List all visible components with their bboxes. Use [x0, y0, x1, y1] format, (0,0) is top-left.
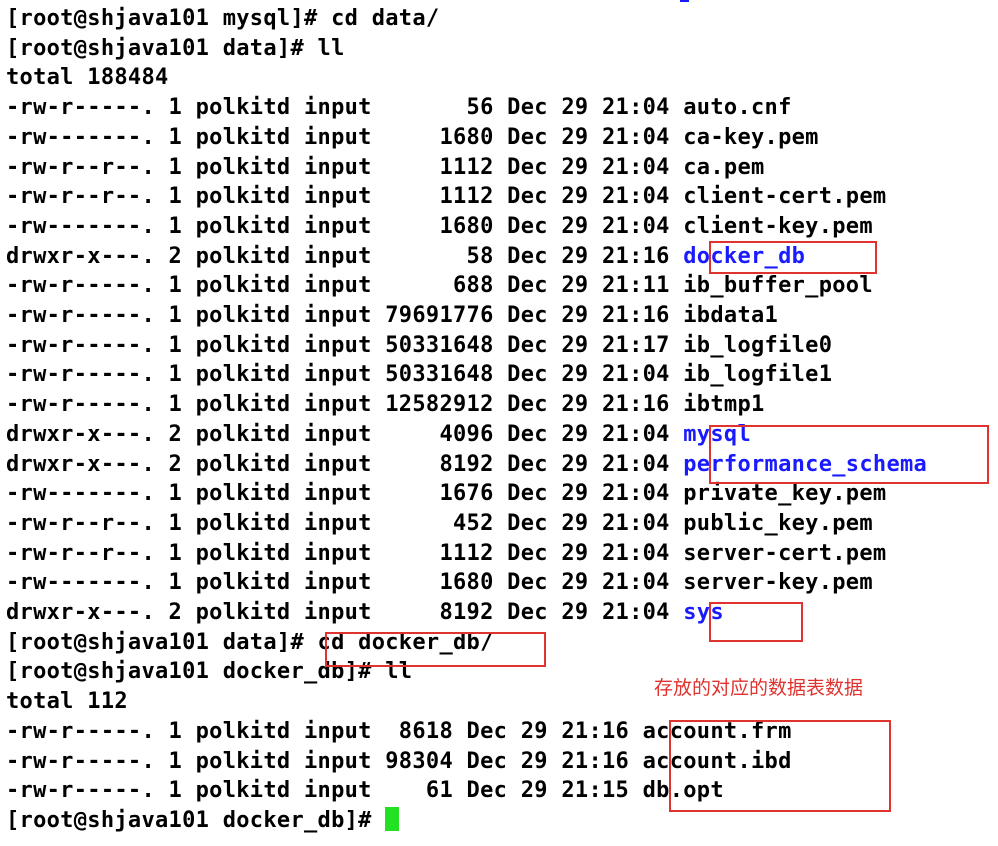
line-text: -rw-r--r--. 1 polkitd input 452 Dec 29 2…: [6, 510, 684, 536]
file-name: ib_logfile1: [683, 362, 833, 388]
terminal-window[interactable]: [root@shjava101 mysql]# cd data/ [root@sh…: [0, 0, 998, 846]
line-text: -rw-r-----. 1 polkitd input 8618 Dec 29 …: [6, 718, 643, 744]
cursor: [385, 806, 400, 831]
highlight-cd-command: [325, 632, 546, 667]
file-entry: drwxr-x---. 2 polkitd input 4096 Dec 29 …: [6, 421, 751, 449]
line-text: -rw-r-----. 1 polkitd input 688 Dec 29 2…: [6, 273, 684, 299]
file-entry: -rw-------. 1 polkitd input 1680 Dec 29 …: [6, 213, 873, 241]
file-name: public_key.pem: [683, 510, 873, 536]
file-entry: -rw-r-----. 1 polkitd input 56 Dec 29 21…: [6, 94, 792, 122]
file-entry: -rw-------. 1 polkitd input 1680 Dec 29 …: [6, 569, 873, 597]
line-text: -rw-r-----. 1 polkitd input 61 Dec 29 21…: [6, 778, 643, 804]
line-text: drwxr-x---. 2 polkitd input 58 Dec 29 21…: [6, 243, 684, 269]
file-entry: -rw-------. 1 polkitd input 1680 Dec 29 …: [6, 124, 819, 152]
file-entry: -rw-r-----. 1 polkitd input 688 Dec 29 2…: [6, 272, 873, 300]
file-name: ca.pem: [683, 154, 765, 180]
terminal-line: [root@shjava101 mysql]# cd data/: [6, 5, 439, 33]
terminal-line: total 188484: [6, 64, 169, 92]
file-entry: -rw-r--r--. 1 polkitd input 1112 Dec 29 …: [6, 183, 886, 211]
file-entry: drwxr-x---. 2 polkitd input 58 Dec 29 21…: [6, 243, 805, 271]
terminal-line: [root@shjava101 data]# ll: [6, 35, 345, 63]
file-entry: -rw-r-----. 1 polkitd input 79691776 Dec…: [6, 302, 778, 330]
prompt-line: [root@shjava101 docker_db]#: [6, 806, 400, 835]
file-entry: -rw-r--r--. 1 polkitd input 1112 Dec 29 …: [6, 540, 886, 568]
file-name: server-cert.pem: [683, 540, 887, 566]
line-text: total 112: [6, 689, 128, 715]
line-text: total 188484: [6, 65, 169, 91]
file-name: client-cert.pem: [683, 184, 887, 210]
line-text: -rw-r-----. 1 polkitd input 56 Dec 29 21…: [6, 95, 684, 121]
line-text: drwxr-x---. 2 polkitd input 4096 Dec 29 …: [6, 421, 684, 447]
file-entry: -rw-r-----. 1 polkitd input 50331648 Dec…: [6, 361, 832, 389]
file-entry: -rw-r--r--. 1 polkitd input 1112 Dec 29 …: [6, 154, 765, 182]
line-text: -rw-r-----. 1 polkitd input 50331648 Dec…: [6, 332, 684, 358]
file-name: ibdata1: [683, 303, 779, 328]
file-entry: -rw-r--r--. 1 polkitd input 452 Dec 29 2…: [6, 510, 873, 538]
file-entry: drwxr-x---. 2 polkitd input 8192 Dec 29 …: [6, 599, 724, 627]
file-name: server-key.pem: [683, 570, 873, 596]
line-text: -rw-------. 1 polkitd input 1680 Dec 29 …: [6, 213, 684, 239]
file-entry: -rw-r-----. 1 polkitd input 50331648 Dec…: [6, 332, 832, 360]
annotation-note: 存放的对应的数据表数据: [654, 677, 864, 699]
line-text: -rw-r--r--. 1 polkitd input 1112 Dec 29 …: [6, 540, 684, 566]
file-name: ca-key.pem: [683, 124, 819, 150]
line-text: -rw-r-----. 1 polkitd input 50331648 Dec…: [6, 362, 684, 388]
line-text: [root@shjava101 data]# ll: [6, 35, 345, 61]
file-entry: -rw-r-----. 1 polkitd input 12582912 Dec…: [6, 391, 765, 419]
line-text: -rw-r--r--. 1 polkitd input 1112 Dec 29 …: [6, 184, 684, 210]
terminal-line: total 112: [6, 688, 128, 716]
file-entry: -rw-------. 1 polkitd input 1676 Dec 29 …: [6, 480, 886, 508]
line-text: -rw-------. 1 polkitd input 1680 Dec 29 …: [6, 124, 684, 150]
file-name: private_key.pem: [683, 481, 887, 507]
file-name: client-key.pem: [683, 213, 873, 239]
highlight-table-files: [669, 720, 891, 812]
highlight-docker-db: [709, 241, 877, 274]
top-blue-mark: [680, 0, 689, 2]
line-text: [root@shjava101 docker_db]#: [6, 807, 386, 833]
line-text: drwxr-x---. 2 polkitd input 8192 Dec 29 …: [6, 600, 684, 625]
line-text: [root@shjava101 mysql]# cd data/: [6, 6, 440, 31]
line-text: -rw-r-----. 1 polkitd input 79691776 Dec…: [6, 303, 684, 328]
line-text: drwxr-x---. 2 polkitd input 8192 Dec 29 …: [6, 451, 684, 477]
highlight-sys: [709, 602, 803, 642]
highlight-mysql-performance-schema: [709, 425, 989, 484]
file-name: ibtmp1: [683, 392, 765, 418]
file-name: auto.cnf: [683, 95, 792, 121]
line-text: -rw-r-----. 1 polkitd input 12582912 Dec…: [6, 392, 684, 418]
file-name: ib_logfile0: [683, 332, 833, 358]
file-entry: -rw-r-----. 1 polkitd input 61 Dec 29 21…: [6, 777, 724, 805]
file-name: ib_buffer_pool: [683, 273, 873, 299]
line-text: -rw-r-----. 1 polkitd input 98304 Dec 29…: [6, 748, 643, 774]
line-text: -rw-------. 1 polkitd input 1676 Dec 29 …: [6, 481, 684, 507]
line-text: -rw-------. 1 polkitd input 1680 Dec 29 …: [6, 570, 684, 596]
line-text: -rw-r--r--. 1 polkitd input 1112 Dec 29 …: [6, 154, 684, 180]
